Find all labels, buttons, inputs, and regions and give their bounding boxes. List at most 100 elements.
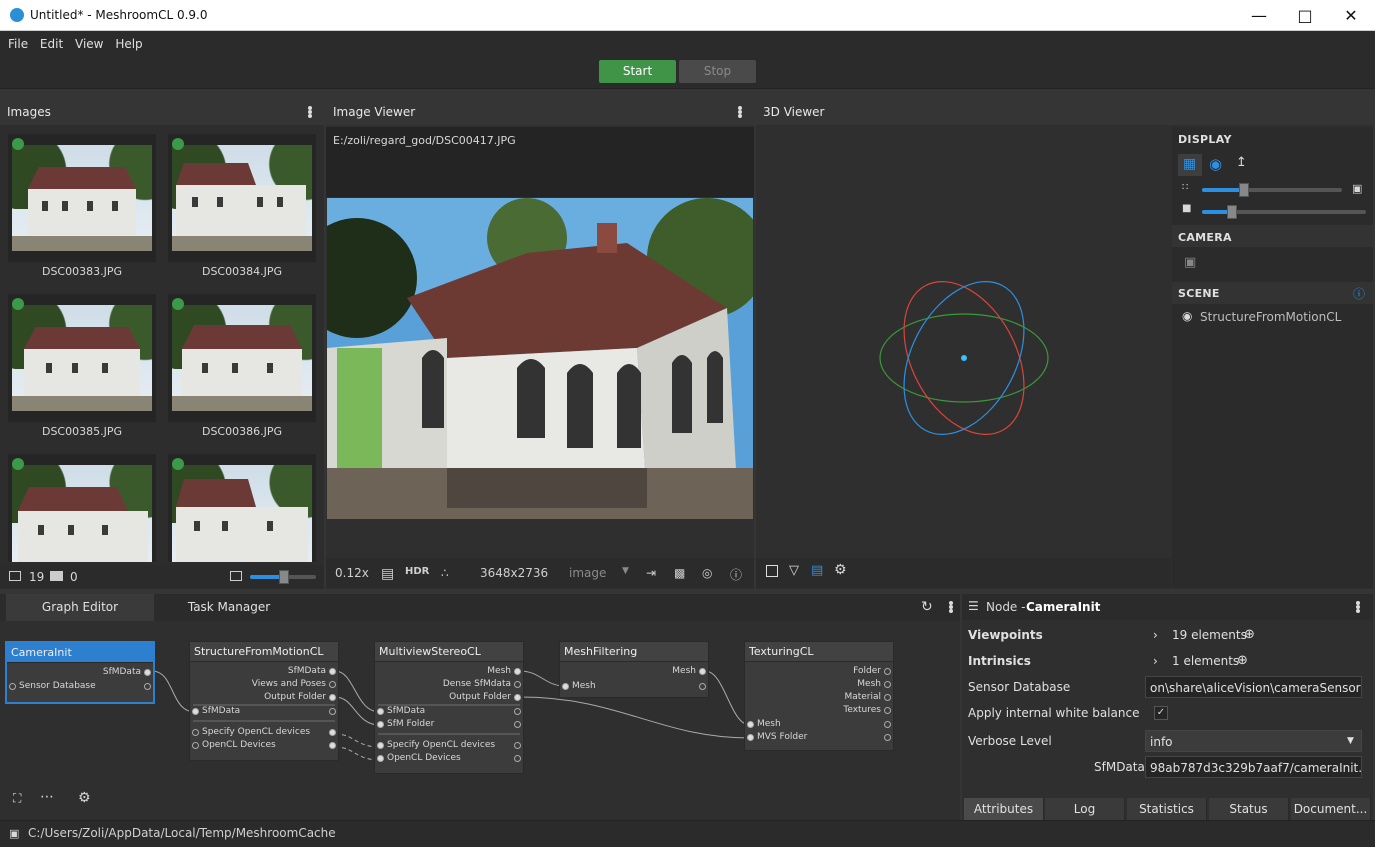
tab-documentation[interactable]: Document... — [1291, 798, 1371, 820]
texture-icon[interactable]: ▤ — [811, 563, 823, 578]
orbit-gizmo[interactable] — [876, 274, 1056, 444]
more-options-icon[interactable] — [1356, 605, 1360, 609]
thumbnail-item[interactable]: DSC00384.JPG — [168, 134, 316, 278]
tab-status[interactable]: Status — [1209, 798, 1289, 820]
hatch-icon[interactable]: ▤ — [381, 566, 394, 582]
menu-view[interactable]: View — [75, 31, 103, 57]
hdr-toggle[interactable]: HDR — [405, 566, 429, 577]
point-size-slider[interactable] — [1202, 183, 1342, 197]
port-pin[interactable] — [514, 721, 521, 728]
port-pin[interactable] — [377, 755, 384, 762]
node-multiviewstereo[interactable]: MultiviewStereoCL Mesh Dense SfMdata Out… — [374, 641, 524, 774]
grid-toggle[interactable]: ▦ — [1178, 154, 1202, 176]
thumbnail-item[interactable]: DSC00385.JPG — [8, 294, 156, 438]
node-meshfiltering[interactable]: MeshFiltering Mesh Mesh — [559, 641, 709, 698]
info-icon[interactable]: ⓘ — [730, 566, 742, 583]
port-pin[interactable] — [514, 681, 521, 688]
start-button[interactable]: Start — [599, 60, 676, 83]
tab-statistics[interactable]: Statistics — [1127, 798, 1207, 820]
gear-icon[interactable]: ⚙ — [834, 562, 847, 578]
main-image[interactable] — [327, 198, 753, 519]
port-pin[interactable] — [514, 742, 521, 749]
visibility-eye-icon[interactable]: ◉ — [1182, 309, 1192, 323]
folder-icon[interactable]: ▣ — [9, 827, 19, 840]
chevron-right-icon[interactable]: › — [1153, 622, 1158, 648]
camera-scale-slider[interactable] — [1202, 205, 1366, 219]
axis-icon[interactable]: ↥ — [1236, 155, 1247, 170]
scene-item-structurefrommotion[interactable]: StructureFromMotionCL — [1200, 310, 1341, 324]
add-icon[interactable]: ⊕ — [1237, 648, 1248, 674]
port-pin[interactable] — [377, 742, 384, 749]
port-pin[interactable] — [514, 755, 521, 762]
thumbnail-item[interactable] — [168, 454, 316, 562]
stop-button[interactable]: Stop — [679, 60, 756, 83]
features-icon[interactable]: ∴ — [441, 566, 449, 580]
port-pin[interactable] — [329, 681, 336, 688]
close-icon[interactable]: ✕ — [1328, 0, 1374, 31]
sfmdata-field[interactable]: 98ab787d3c329b7aaf7/cameraInit.sfm — [1145, 756, 1362, 778]
menu-edit[interactable]: Edit — [40, 31, 63, 57]
chevron-down-icon[interactable]: ▼ — [1347, 728, 1354, 754]
more-options-icon[interactable] — [308, 110, 312, 114]
port-pin[interactable] — [884, 721, 891, 728]
more-options-icon[interactable] — [738, 110, 742, 114]
port-pin[interactable] — [192, 729, 199, 736]
menu-help[interactable]: Help — [115, 31, 142, 57]
info-icon[interactable]: ⓘ — [1353, 285, 1365, 302]
add-icon[interactable]: ⊕ — [1244, 622, 1255, 648]
thumbnail-item[interactable]: DSC00386.JPG — [168, 294, 316, 438]
port-pin[interactable] — [514, 694, 521, 701]
port-pin[interactable] — [144, 669, 151, 676]
port-pin[interactable] — [884, 668, 891, 675]
gear-icon[interactable]: ⚙ — [78, 790, 91, 806]
triangle-icon[interactable]: ▽ — [789, 563, 799, 578]
menu-file[interactable]: File — [8, 31, 28, 57]
maximize-icon[interactable]: □ — [1282, 0, 1328, 31]
port-pin[interactable] — [329, 694, 336, 701]
port-pin[interactable] — [329, 668, 336, 675]
chevron-right-icon[interactable]: › — [1153, 648, 1158, 674]
locator-icon[interactable]: ◉ — [1209, 155, 1222, 173]
verbose-level-select[interactable]: info — [1145, 730, 1362, 752]
thumbnail-item[interactable]: DSC00383.JPG — [8, 134, 156, 278]
export-icon[interactable]: ⇥ — [646, 566, 656, 580]
thumbnail-size-slider[interactable] — [250, 570, 316, 584]
node-texturing[interactable]: TexturingCL Folder Mesh Material Texture… — [744, 641, 894, 751]
port-pin[interactable] — [192, 742, 199, 749]
node-camerainit[interactable]: CameraInit SfMData Sensor Database — [5, 641, 155, 704]
port-pin[interactable] — [377, 708, 384, 715]
camera-icon[interactable]: ▣ — [1184, 255, 1196, 270]
port-pin[interactable] — [884, 694, 891, 701]
port-pin[interactable] — [377, 721, 384, 728]
bounding-box-icon[interactable] — [766, 565, 778, 577]
port-pin[interactable] — [562, 683, 569, 690]
port-pin[interactable] — [192, 708, 199, 715]
port-pin[interactable] — [747, 721, 754, 728]
minimize-icon[interactable]: — — [1236, 0, 1282, 31]
port-pin[interactable] — [144, 683, 151, 690]
sensor-database-field[interactable]: on\share\aliceVision\cameraSensors.db — [1145, 676, 1362, 698]
white-balance-checkbox[interactable]: ✓ — [1154, 706, 1168, 720]
port-pin[interactable] — [884, 681, 891, 688]
port-pin[interactable] — [884, 734, 891, 741]
image-mode-select[interactable]: image — [569, 566, 606, 580]
tab-log[interactable]: Log — [1045, 798, 1125, 820]
port-pin[interactable] — [514, 708, 521, 715]
node-structurefrommotion[interactable]: StructureFromMotionCL SfMData Views and … — [189, 641, 339, 761]
fit-view-icon[interactable]: ⛶ — [13, 791, 21, 806]
port-pin[interactable] — [9, 683, 16, 690]
port-pin[interactable] — [329, 742, 336, 749]
fit-icon[interactable]: ▣ — [1352, 182, 1362, 195]
layout-icon[interactable]: ⋯ — [40, 789, 54, 805]
globe-icon[interactable]: ◎ — [702, 566, 712, 580]
port-pin[interactable] — [514, 668, 521, 675]
port-pin[interactable] — [699, 683, 706, 690]
chevron-down-icon[interactable]: ▼ — [622, 566, 629, 576]
port-pin[interactable] — [329, 708, 336, 715]
port-pin[interactable] — [884, 707, 891, 714]
tab-attributes[interactable]: Attributes — [964, 798, 1044, 820]
port-pin[interactable] — [699, 668, 706, 675]
port-pin[interactable] — [747, 734, 754, 741]
port-pin[interactable] — [329, 729, 336, 736]
histogram-icon[interactable]: ▩ — [674, 566, 685, 580]
